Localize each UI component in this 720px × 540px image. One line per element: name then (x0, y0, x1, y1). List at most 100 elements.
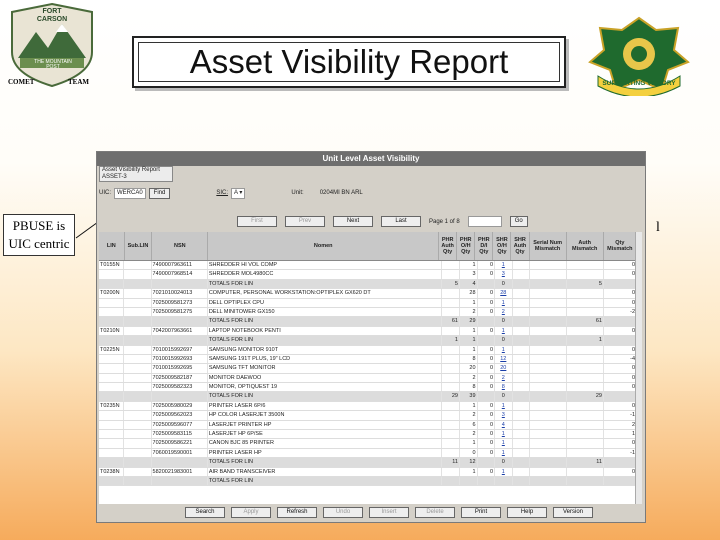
table-cell (513, 261, 531, 270)
last-page-button[interactable]: Last (381, 216, 421, 227)
table-cell: 61 (442, 317, 460, 326)
go-button[interactable]: Go (509, 216, 528, 227)
find-button[interactable]: Find (148, 187, 171, 199)
table-cell[interactable]: 1 (495, 345, 513, 354)
table-cell[interactable]: 1 (495, 298, 513, 307)
table-cell: 0 (478, 430, 496, 439)
sic-select[interactable]: A ▾ (231, 187, 246, 199)
table-row[interactable]: T0235N 7025005980029 PRINTER LASER 6P/6 1 0 1… (99, 401, 637, 412)
table-cell[interactable]: 1 (495, 430, 513, 439)
table-cell[interactable]: 4 (495, 420, 513, 430)
table-cell[interactable]: 1 (495, 261, 513, 270)
totals-row[interactable]: TOTALS FOR LIN 29 39 0 29 (99, 392, 637, 402)
uic-input[interactable]: WERCA0 (114, 187, 146, 199)
table-cell (478, 392, 496, 401)
totals-row[interactable]: TOTALS FOR LIN 61 29 0 61 (99, 317, 637, 327)
totals-row[interactable]: TOTALS FOR LIN 11 12 0 11 (99, 458, 637, 468)
table-cell[interactable]: 3 (495, 411, 513, 420)
tab-label: Asset Visibility Report (102, 167, 160, 173)
prev-page-button[interactable]: Prev (285, 216, 325, 227)
app-window-title: Unit Level Asset Visibility (97, 152, 645, 166)
page-number-input[interactable] (467, 216, 502, 227)
table-cell (530, 430, 568, 439)
table-row[interactable]: T0210N 7042007963661 LAPTOP NOTEBOOK PENTI… (99, 326, 637, 337)
table-cell: 0 (604, 439, 637, 448)
tab-asset-visibility-report[interactable]: Asset Visibility Report ASSET-3 (99, 166, 173, 182)
table-cell (478, 279, 496, 289)
table-cell[interactable]: 28 (495, 289, 513, 298)
refresh-button[interactable]: Refresh (277, 507, 317, 518)
totals-row[interactable]: TOTALS FOR LIN 1 1 0 1 (99, 336, 637, 346)
table-cell (442, 401, 460, 411)
column-header: Nomen (208, 232, 440, 260)
table-row[interactable]: 7025009596077 LASERJET PRINTER HP 6 0 4 2 (99, 420, 637, 431)
table-cell: TOTALS FOR LIN (208, 392, 443, 401)
delete-button[interactable]: Delete (415, 507, 455, 518)
table-row[interactable]: 7025009586221 CANON BJC 85 PRINTER 1 0 1 0 (99, 439, 637, 449)
table-cell: SAMSUNG TFT MONITOR (208, 364, 443, 373)
insert-button[interactable]: Insert (369, 507, 409, 518)
table-cell: 0 (495, 279, 513, 289)
table-row[interactable]: T0200N 7021010024013 COMPUTER, PERSONAL WO… (99, 289, 637, 299)
table-row[interactable]: 7025009562023 HP COLOR LASERJET 3500N 2 0 3 -… (99, 411, 637, 421)
table-row[interactable]: 7025009581273 DELL OPTIPLEX CPU 1 0 1 0 (99, 298, 637, 308)
table-cell (513, 279, 531, 289)
table-row[interactable]: T0155N 7490007963611 SHREDDER HI VOL COMP 1… (99, 261, 637, 271)
table-cell[interactable]: 20 (495, 364, 513, 373)
table-cell[interactable]: 1 (495, 448, 513, 458)
table-row[interactable]: 7025009583115 LASERJET HP 6P/SE 2 0 1 1 (99, 430, 637, 440)
first-page-button[interactable]: First (237, 216, 277, 227)
table-cell (124, 430, 152, 439)
table-cell: 29 (460, 317, 478, 326)
print-button[interactable]: Print (461, 507, 501, 518)
table-cell[interactable]: 1 (495, 401, 513, 411)
version-button[interactable]: Version (553, 507, 593, 518)
table-cell: 0 (478, 420, 496, 430)
table-cell (124, 336, 152, 345)
table-row[interactable]: 7025009582323 MONITOR, OPTIQUEST 19 8 0 8 0 (99, 383, 637, 393)
table-row[interactable]: 7010015992695 SAMSUNG TFT MONITOR 20 0 20 0 (99, 364, 637, 374)
help-button[interactable]: Help (507, 507, 547, 518)
table-cell: LAPTOP NOTEBOOK PENTI (208, 326, 443, 336)
table-cell (513, 298, 531, 307)
table-row[interactable]: 7060019590001 PRINTER LASER HP 0 0 1 -1 (99, 448, 637, 459)
table-cell (99, 458, 125, 467)
table-cell: 0 (604, 345, 637, 354)
table-cell (478, 476, 496, 486)
table-row[interactable]: 7490007968514 SHREDDER MOL4980CC 3 0 3 0 (99, 270, 637, 280)
table-cell: 7010015992697 (152, 345, 208, 354)
table-cell: 1 (460, 326, 478, 336)
table-cell[interactable]: 2 (495, 373, 513, 383)
apply-button[interactable]: Apply (231, 507, 271, 518)
search-button[interactable]: Search (185, 507, 225, 518)
logo-bottom-left: COMET (8, 78, 35, 86)
table-cell (530, 420, 568, 430)
table-body: T0155N 7490007963611 SHREDDER HI VOL COMP 1… (99, 261, 637, 487)
table-scrollbar[interactable] (635, 232, 642, 504)
next-page-button[interactable]: Next (333, 216, 373, 227)
table-cell[interactable]: 12 (495, 354, 513, 364)
totals-row[interactable]: TOTALS FOR LIN (99, 476, 637, 487)
table-cell[interactable]: 2 (495, 307, 513, 317)
table-cell (124, 345, 152, 354)
table-cell: SHREDDER HI VOL COMP (208, 261, 443, 270)
table-cell[interactable]: 1 (495, 439, 513, 448)
table-row[interactable]: 7025009582187 MONITOR DAEWOO 2 0 2 0 (99, 373, 637, 384)
table-cell[interactable]: 1 (495, 467, 513, 476)
table-cell[interactable]: 8 (495, 383, 513, 392)
table-row[interactable]: T0225N 7010015992697 SAMSUNG MONITOR 910T 1… (99, 345, 637, 355)
table-cell: 1 (460, 467, 478, 476)
undo-button[interactable]: Undo (323, 507, 363, 518)
table-row[interactable]: 7025009581275 DELL MINITOWER GX150 2 0 2 -2 (99, 307, 637, 318)
table-cell (99, 411, 125, 420)
table-cell[interactable]: 3 (495, 270, 513, 279)
table-row[interactable]: 7010015992693 SAMSUNG 191T PLUS, 19" LCD 8… (99, 354, 637, 365)
totals-row[interactable]: TOTALS FOR LIN 5 4 0 5 (99, 279, 637, 290)
table-cell: 0 (495, 317, 513, 326)
table-row[interactable]: T0238N 5820021983001 AIR BAND TRANSCEIVER 1… (99, 467, 637, 477)
table-cell (442, 439, 460, 448)
table-cell[interactable]: 1 (495, 326, 513, 336)
table-cell: -4 (604, 354, 637, 364)
table-cell: 1 (460, 401, 478, 411)
tab-sub-label: ASSET-3 (102, 174, 127, 180)
